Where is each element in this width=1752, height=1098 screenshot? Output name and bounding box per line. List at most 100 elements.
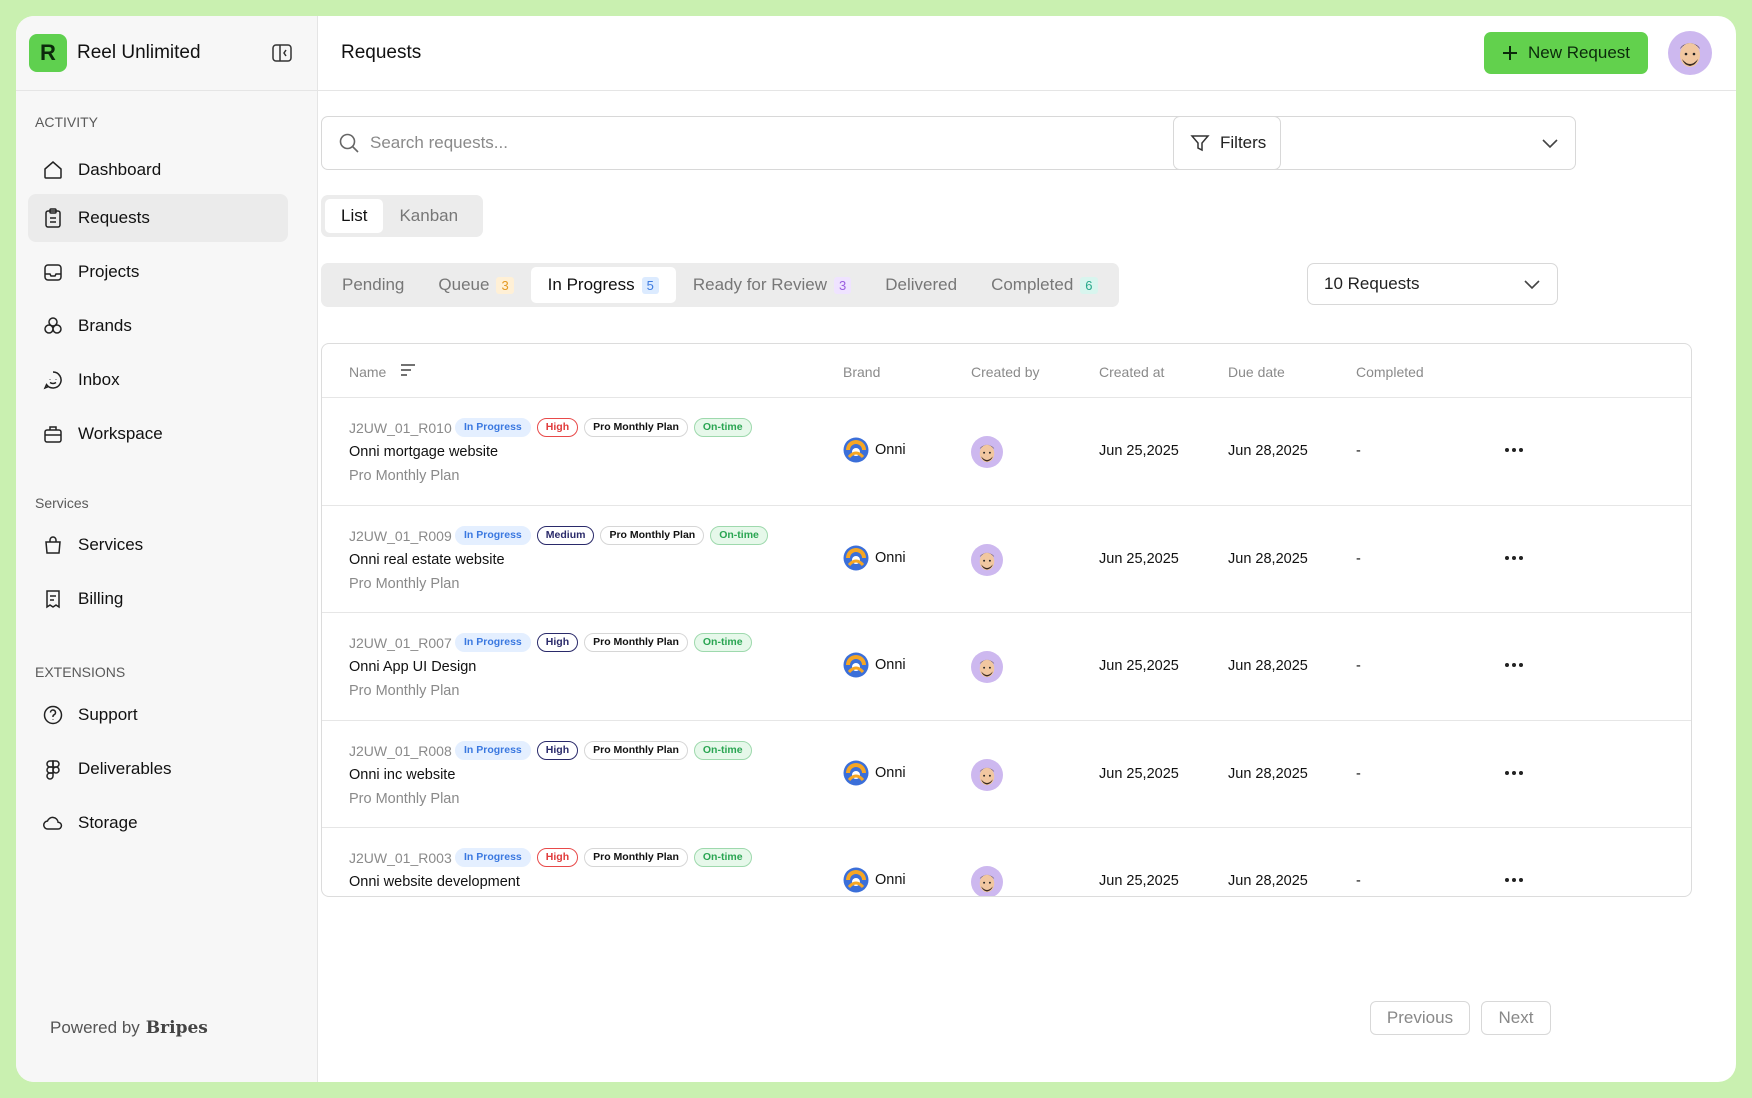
requests-table: Name Brand Created by Created at Due dat… — [321, 343, 1692, 897]
brand-cell: Onni — [843, 652, 906, 678]
more-options-icon[interactable] — [1502, 765, 1526, 781]
request-id: J2UW_01_R003 — [349, 850, 452, 866]
request-id: J2UW_01_R009 — [349, 527, 452, 544]
request-name[interactable]: Onni App UI Design — [349, 659, 476, 675]
sidebar-item-inbox[interactable]: Inbox — [28, 356, 288, 404]
tab-delivered[interactable]: Delivered — [868, 267, 974, 303]
brand-logo-icon — [843, 437, 869, 463]
request-name[interactable]: Onni real estate website — [349, 552, 505, 568]
section-label-extensions: EXTENSIONS — [35, 664, 126, 680]
created-at-cell: Jun 25,2025 — [1099, 658, 1179, 674]
tab-pending[interactable]: Pending — [325, 267, 421, 303]
brand-name: Onni — [875, 872, 906, 888]
next-page-button[interactable]: Next — [1481, 1001, 1551, 1035]
sidebar-item-requests[interactable]: Requests — [28, 194, 288, 242]
tab-label: In Progress — [547, 275, 635, 294]
column-header-created-by: Created by — [971, 364, 1040, 380]
status-badge: In Progress — [455, 418, 531, 437]
plan-badge: Pro Monthly Plan — [584, 633, 688, 652]
more-options-icon[interactable] — [1502, 550, 1526, 566]
created-at-cell: Jun 25,2025 — [1099, 765, 1179, 782]
sidebar-item-storage[interactable]: Storage — [28, 799, 288, 847]
table-row[interactable]: J2UW_01_R010 In Progress High Pro Monthly P… — [322, 398, 1691, 506]
previous-page-button[interactable]: Previous — [1370, 1001, 1470, 1035]
tab-completed[interactable]: Completed 6 — [974, 267, 1114, 303]
brand-cell: Onni — [843, 760, 906, 786]
sidebar-item-workspace[interactable]: Workspace — [28, 410, 288, 458]
sidebar-item-label: Brands — [78, 316, 132, 335]
filters-dropdown[interactable]: Filters — [1173, 116, 1576, 170]
sidebar-item-dashboard[interactable]: Dashboard — [28, 146, 288, 194]
tab-count-badge: 3 — [496, 276, 514, 294]
request-id: J2UW_01_R007 — [349, 635, 452, 651]
tab-count-badge: 5 — [641, 276, 659, 294]
table-row[interactable]: J2UW_01_R009 In Progress Medium Pro Monthly… — [322, 506, 1691, 613]
receipt-icon — [46, 590, 60, 609]
table-row[interactable]: J2UW_01_R007 In Progress High Pro Monthly P… — [322, 613, 1691, 721]
view-kanban-tab[interactable]: Kanban — [383, 199, 474, 233]
timing-badge: On-time — [693, 848, 752, 867]
creator-avatar — [971, 436, 1003, 468]
sidebar-item-label: Inbox — [78, 370, 120, 389]
home-icon — [44, 161, 62, 179]
timing-badge: On-time — [693, 740, 752, 760]
column-header-name: Name — [349, 364, 387, 380]
filter-icon — [1190, 135, 1210, 152]
figma-icon — [46, 760, 60, 780]
timing-badge: On-time — [710, 525, 768, 545]
more-options-icon[interactable] — [1502, 872, 1526, 888]
brand-cell: Onni — [843, 545, 906, 571]
request-name[interactable]: Onni website development — [349, 874, 520, 890]
created-at-cell: Jun 25,2025 — [1099, 443, 1179, 459]
chevron-down-icon — [1524, 280, 1540, 290]
status-tabs: Pending Queue 3 In Progress 5 Ready for Re… — [321, 263, 1119, 307]
page-size-select[interactable]: 10 Requests — [1307, 263, 1558, 305]
tab-label: Pending — [342, 275, 405, 294]
column-header-completed: Completed — [1356, 364, 1424, 380]
sidebar-item-services[interactable]: Services — [28, 521, 288, 569]
brand-name: Onni — [875, 549, 906, 566]
creator-avatar — [971, 543, 1003, 576]
clipboard-icon — [45, 208, 61, 228]
request-name[interactable]: Onni inc website — [349, 767, 455, 783]
sidebar-item-label: Storage — [78, 813, 138, 832]
plan-badge: Pro Monthly Plan — [584, 418, 688, 437]
more-options-icon[interactable] — [1502, 442, 1526, 458]
sidebar-item-label: Services — [78, 535, 144, 554]
page-title: Requests — [341, 42, 422, 63]
tab-queue[interactable]: Queue 3 — [421, 267, 530, 303]
request-name[interactable]: Onni mortgage website — [349, 444, 498, 460]
tab-ready-for-review[interactable]: Ready for Review 3 — [676, 267, 868, 303]
sidebar-item-label: Requests — [78, 208, 150, 227]
sidebar-item-deliverables[interactable]: Deliverables — [28, 745, 288, 793]
brand-logo-icon — [843, 867, 869, 893]
sidebar-item-billing[interactable]: Billing — [28, 575, 288, 623]
brand-logo-icon — [843, 760, 869, 785]
completed-cell: - — [1356, 550, 1361, 567]
sort-icon[interactable] — [400, 363, 416, 380]
view-list-tab[interactable]: List — [325, 199, 384, 233]
sidebar-item-projects[interactable]: Projects — [28, 248, 288, 296]
app-window: R Reel Unlimited ACTIVITY Dashboard Requ… — [16, 16, 1736, 1082]
search-input[interactable] — [370, 133, 1250, 153]
table-row[interactable]: J2UW_01_R008 In Progress High Pro Monthly P… — [322, 721, 1691, 828]
tab-label: Queue — [438, 275, 490, 294]
tab-in-progress[interactable]: In Progress 5 — [530, 267, 676, 303]
priority-badge: Medium — [536, 525, 595, 545]
badge-group: In Progress High Pro Monthly Plan On-time — [455, 848, 752, 867]
new-request-button[interactable]: New Request — [1484, 32, 1648, 74]
user-avatar[interactable] — [1668, 31, 1712, 75]
request-plan: Pro Monthly Plan — [349, 683, 460, 699]
sidebar-item-brands[interactable]: Brands — [28, 302, 288, 350]
sidebar-item-label: Support — [78, 705, 138, 724]
table-row[interactable]: J2UW_01_R003 In Progress High Pro Monthly P… — [322, 828, 1691, 896]
creator-avatar — [971, 758, 1003, 791]
due-date-cell: Jun 28,2025 — [1228, 550, 1308, 567]
more-options-icon[interactable] — [1502, 657, 1526, 673]
brand-cell: Onni — [843, 867, 906, 893]
sidebar-item-support[interactable]: Support — [28, 691, 288, 739]
priority-badge: High — [536, 740, 579, 760]
sidebar-toggle-icon[interactable] — [270, 41, 294, 65]
brands-icon — [44, 317, 62, 334]
status-badge: In Progress — [455, 525, 531, 545]
